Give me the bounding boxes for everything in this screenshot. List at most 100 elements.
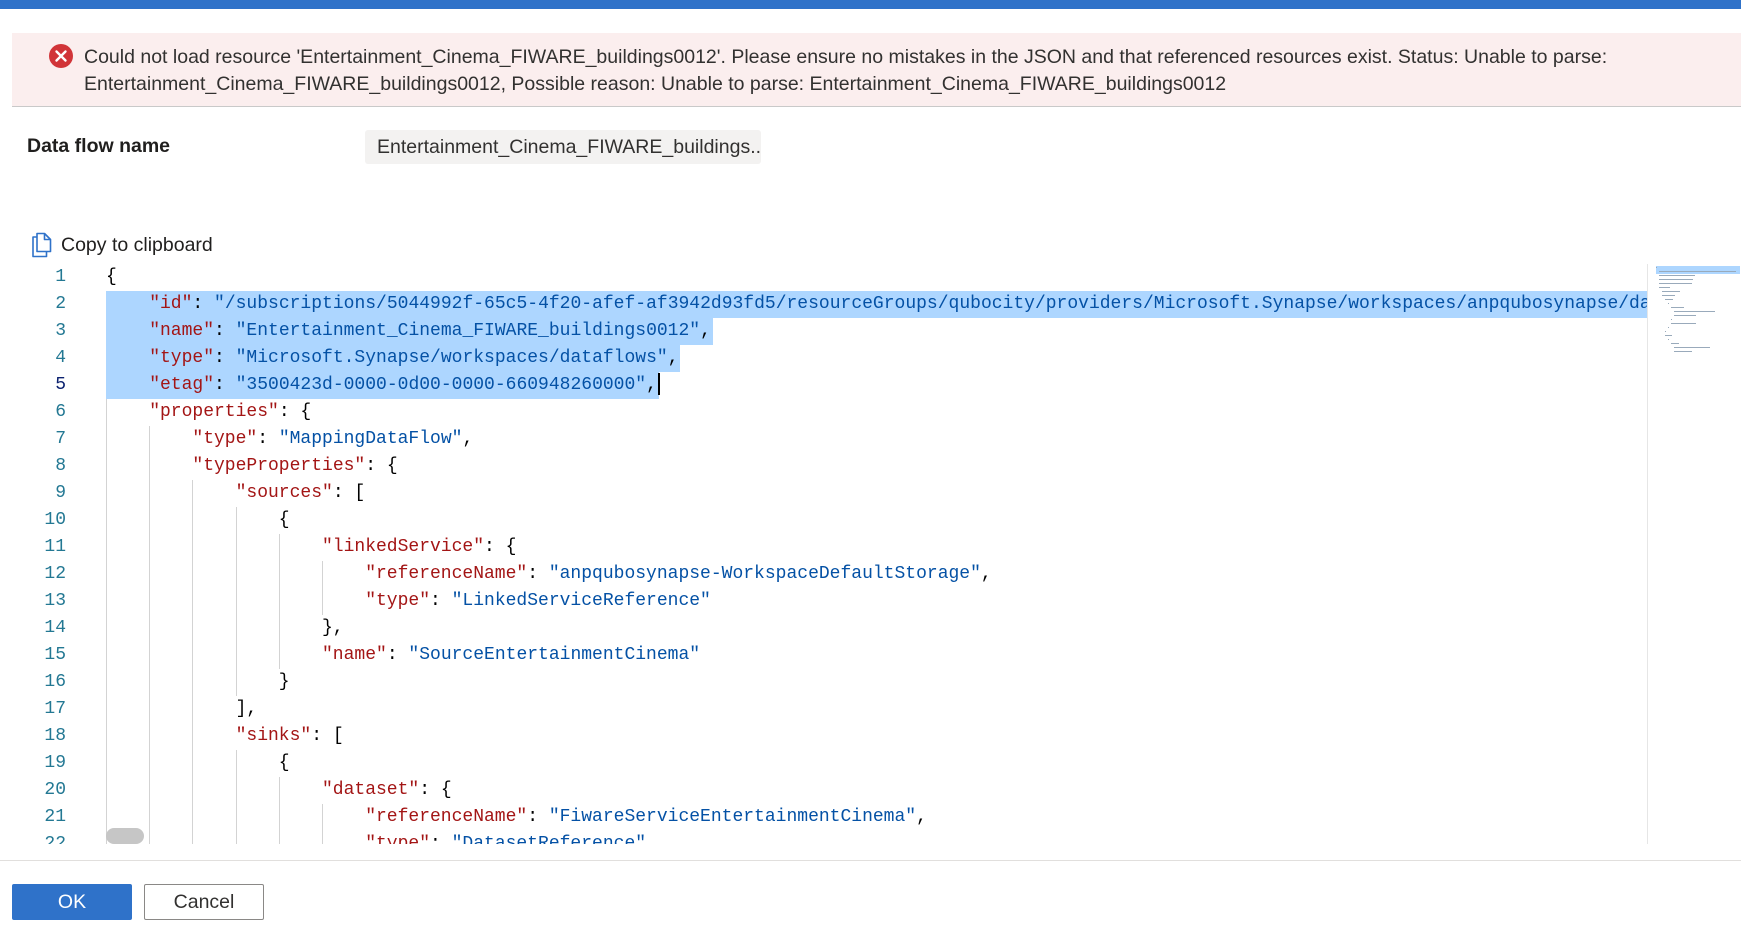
indent-guide: [149, 507, 151, 534]
code-text: "referenceName": "FiwareServiceEntertain…: [365, 804, 927, 831]
json-key: "sources": [235, 483, 333, 503]
code-line[interactable]: 10 {: [0, 507, 1650, 534]
json-code-editor[interactable]: 1{2 "id": "/subscriptions/5044992f-65c5-4…: [0, 264, 1741, 844]
indent-guide: [235, 561, 237, 588]
minimap-line: [1659, 287, 1670, 288]
json-punctuation: :: [214, 348, 236, 368]
code-line[interactable]: 15 "name": "SourceEntertainmentCinema": [0, 642, 1650, 669]
json-string: "SourceEntertainmentCinema": [408, 645, 701, 665]
code-line[interactable]: 6 "properties": {: [0, 399, 1650, 426]
indent-guide: [235, 642, 237, 669]
minimap-line: [1659, 283, 1692, 284]
line-number: 17: [44, 699, 66, 719]
code-line[interactable]: 12 "referenceName": "anpqubosynapse-Works…: [0, 561, 1650, 588]
code-line[interactable]: 13 "type": "LinkedServiceReference": [0, 588, 1650, 615]
indent-guide: [278, 831, 280, 844]
indent-guide: [278, 777, 280, 804]
line-number: 8: [55, 456, 66, 476]
code-text: "linkedService": {: [322, 534, 516, 561]
json-punctuation: :: [386, 645, 409, 665]
code-text: "typeProperties": {: [192, 453, 397, 480]
text-caret: [657, 373, 660, 396]
code-line[interactable]: 21 "referenceName": "FiwareServiceEnterta…: [0, 804, 1650, 831]
line-number: 3: [55, 321, 66, 341]
json-punctuation: ,: [667, 348, 679, 368]
code-text: "referenceName": "anpqubosynapse-Workspa…: [365, 561, 992, 588]
json-punctuation: ],: [235, 699, 258, 719]
json-key: "typeProperties": [192, 456, 366, 476]
minimap-line: [1668, 339, 1669, 340]
code-text: "etag": "3500423d-0000-0d00-0000-6609482…: [149, 372, 660, 399]
code-line[interactable]: 14},: [0, 615, 1650, 642]
footer-divider: [0, 860, 1741, 861]
indent-guide: [149, 804, 151, 831]
minimap-viewport[interactable]: [1656, 266, 1740, 274]
indent-guide: [192, 696, 194, 723]
indent-guide: [322, 561, 323, 588]
code-line[interactable]: 7 "type": "MappingDataFlow",: [0, 426, 1650, 453]
code-line[interactable]: 5 "etag": "3500423d-0000-0d00-0000-660948…: [0, 372, 1650, 399]
line-number: 12: [44, 564, 66, 584]
code-text: "type": "DatasetReference": [365, 831, 646, 844]
minimap-line: [1659, 271, 1736, 272]
minimap-line: [1674, 315, 1697, 316]
json-punctuation: ,: [646, 375, 657, 395]
json-punctuation: : [: [332, 483, 366, 503]
indent-guide: [149, 426, 151, 453]
indent-guide: [192, 615, 194, 642]
code-text: },: [322, 615, 344, 642]
indent-guide: [149, 615, 151, 642]
json-punctuation: : {: [419, 780, 452, 800]
copy-to-clipboard-button[interactable]: Copy to clipboard: [30, 230, 213, 260]
dataflow-name-field[interactable]: Entertainment_Cinema_FIWARE_buildings...: [365, 130, 761, 164]
line-number: 13: [44, 591, 66, 611]
indent-guide: [149, 723, 151, 750]
code-line[interactable]: 8 "typeProperties": {: [0, 453, 1650, 480]
code-line[interactable]: 3 "name": "Entertainment_Cinema_FIWARE_bu…: [0, 318, 1650, 345]
indent-guide: [106, 561, 107, 588]
code-line[interactable]: 22 "type": "DatasetReference": [0, 831, 1650, 844]
minimap-line: [1662, 295, 1676, 296]
json-punctuation: :: [430, 591, 452, 611]
json-punctuation: :: [192, 294, 215, 314]
code-line[interactable]: 17],: [0, 696, 1650, 723]
indent-guide: [149, 831, 151, 844]
indent-guide: [106, 615, 107, 642]
minimap-line: [1671, 307, 1684, 308]
line-number: 1: [55, 267, 66, 287]
json-punctuation: ,: [700, 321, 711, 341]
minimap-line: [1671, 323, 1696, 324]
line-number: 11: [44, 537, 66, 557]
indent-guide: [235, 804, 237, 831]
code-text: }: [279, 669, 290, 696]
json-punctuation: :: [527, 807, 549, 827]
code-line[interactable]: 18 "sinks": [: [0, 723, 1650, 750]
editor-minimap[interactable]: [1647, 264, 1741, 844]
code-text: {: [279, 507, 290, 534]
code-text: "dataset": {: [322, 777, 452, 804]
indent-guide: [278, 804, 280, 831]
dataflow-name-label: Data flow name: [27, 135, 171, 157]
minimap-line: [1665, 299, 1674, 300]
indent-guide: [278, 561, 280, 588]
json-key: "linkedService": [322, 537, 485, 557]
minimap-line: [1659, 279, 1694, 280]
code-line[interactable]: 2 "id": "/subscriptions/5044992f-65c5-4f2…: [0, 291, 1651, 318]
code-line[interactable]: 4 "type": "Microsoft.Synapse/workspaces/d…: [0, 345, 1650, 372]
code-line[interactable]: 9 "sources": [: [0, 480, 1650, 507]
code-line[interactable]: 16}: [0, 669, 1650, 696]
indent-guide: [192, 588, 194, 615]
cancel-button[interactable]: Cancel: [144, 884, 264, 920]
json-key: "name": [322, 645, 387, 665]
code-line[interactable]: 1{: [0, 264, 1650, 291]
indent-guide: [235, 777, 237, 804]
indent-guide: [192, 669, 194, 696]
ok-button[interactable]: OK: [12, 884, 132, 920]
indent-guide: [278, 615, 280, 642]
line-number: 5: [55, 375, 66, 395]
horizontal-scrollbar-thumb[interactable]: [106, 828, 144, 844]
code-line[interactable]: 19 {: [0, 750, 1650, 777]
json-key: "properties": [149, 402, 279, 422]
code-line[interactable]: 20 "dataset": {: [0, 777, 1650, 804]
code-line[interactable]: 11 "linkedService": {: [0, 534, 1650, 561]
